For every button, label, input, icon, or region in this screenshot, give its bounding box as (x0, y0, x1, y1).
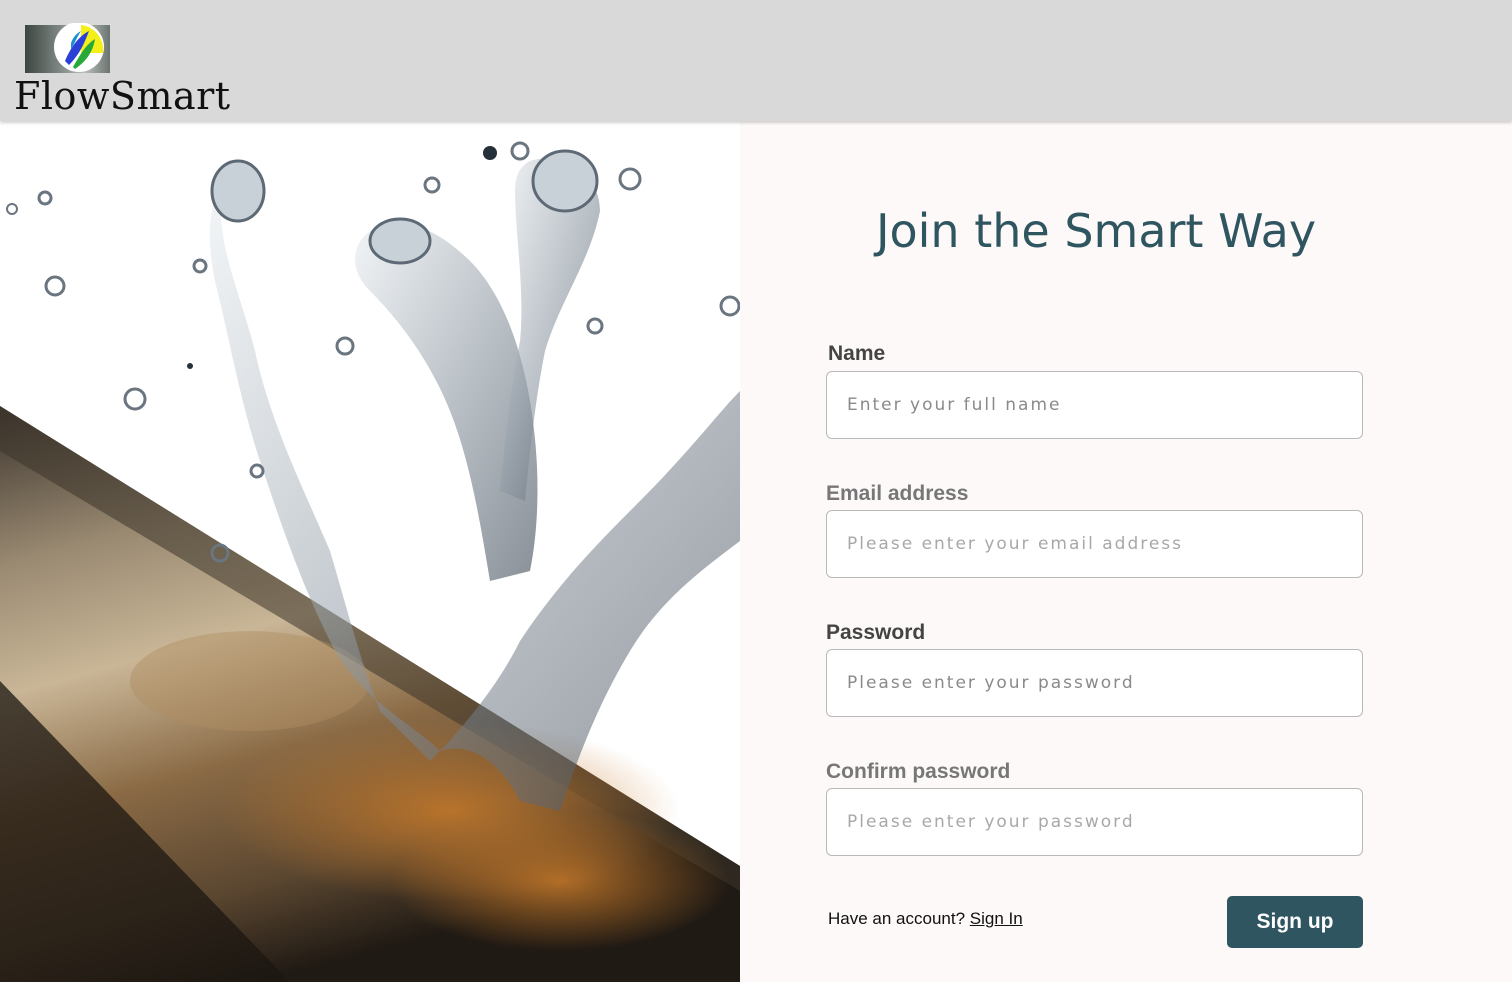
account-prompt-row: Have an account? Sign In (828, 909, 1023, 929)
name-input[interactable] (826, 371, 1363, 439)
page-title: Join the Smart Way (875, 204, 1317, 258)
email-label: Email address (826, 482, 969, 505)
email-input[interactable] (826, 510, 1363, 578)
password-input[interactable] (826, 649, 1363, 717)
brand-name: FlowSmart (14, 74, 231, 118)
top-header: FlowSmart (0, 0, 1512, 121)
signin-link[interactable]: Sign In (970, 909, 1023, 928)
account-prompt-text: Have an account? (828, 909, 966, 928)
confirm-password-label: Confirm password (826, 760, 1011, 783)
flowsmart-logo-icon[interactable] (25, 23, 110, 73)
confirm-password-input[interactable] (826, 788, 1363, 856)
password-label: Password (826, 621, 926, 644)
signup-panel: Join the Smart Way Name Email address Pa… (740, 121, 1512, 982)
name-label: Name (828, 342, 886, 365)
water-splash-pipe-image (0, 121, 740, 982)
signup-button[interactable]: Sign up (1227, 896, 1363, 948)
